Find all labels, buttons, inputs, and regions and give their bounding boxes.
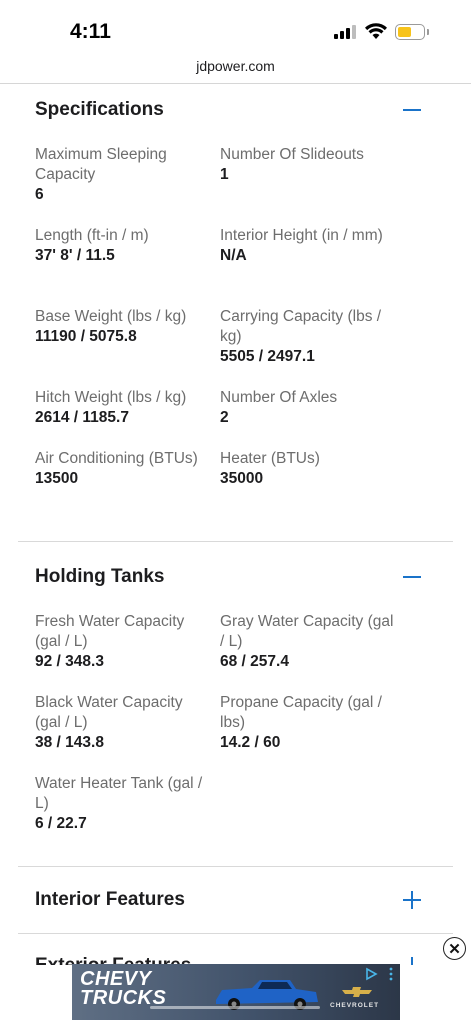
spec-label: Propane Capacity (gal / lbs) (220, 694, 382, 731)
interior-features-expand-icon[interactable] (402, 890, 422, 910)
home-indicator (150, 1006, 320, 1009)
spec-label: Interior Height (in / mm) (220, 227, 383, 244)
spec-value: 1 (220, 166, 229, 183)
spec-value: 11190 / 5075.8 (35, 328, 137, 345)
spec-value: 2 (220, 409, 229, 426)
section-divider (18, 866, 453, 867)
wifi-icon (365, 23, 387, 39)
spec-label: Hitch Weight (lbs / kg) (35, 389, 187, 406)
spec-item: Gray Water Capacity (gal / L) 68 / 257.4 (220, 612, 395, 672)
spec-value: 6 / 22.7 (35, 815, 87, 832)
battery-icon (395, 24, 425, 40)
spec-value: 13500 (35, 470, 79, 487)
spec-label: Water Heater Tank (gal / L) (35, 775, 203, 812)
exterior-features-expand-icon[interactable] (402, 956, 422, 965)
url-divider (0, 83, 471, 84)
spec-item: Number Of Slideouts 1 (220, 145, 395, 185)
spec-value: 38 / 143.8 (35, 734, 104, 751)
chevrolet-bowtie-icon (342, 987, 372, 997)
cellular-signal-icon (334, 25, 356, 39)
status-time: 4:11 (70, 20, 111, 43)
spec-item: Carrying Capacity (lbs / kg) 5505 / 2497… (220, 307, 395, 367)
ad-close-button[interactable]: ✕ (443, 937, 466, 960)
ad-brand: CHEVROLET (330, 1002, 380, 1009)
interior-features-title[interactable]: Interior Features (35, 889, 185, 911)
more-options-icon[interactable] (388, 967, 394, 981)
ad-headline: CHEVY TRUCKS (80, 969, 166, 1008)
section-divider (18, 933, 453, 934)
spec-value: 68 / 257.4 (220, 653, 289, 670)
status-bar: 4:11 (0, 0, 471, 56)
holding-tanks-collapse-icon[interactable] (402, 567, 422, 587)
spec-label: Maximum Sleeping Capacity (35, 146, 167, 183)
spec-value: 92 / 348.3 (35, 653, 104, 670)
spec-label: Fresh Water Capacity (gal / L) (35, 613, 185, 650)
spec-value: 6 (35, 186, 44, 203)
spec-item: Hitch Weight (lbs / kg) 2614 / 1185.7 (35, 388, 210, 428)
spec-item: Air Conditioning (BTUs) 13500 (35, 449, 210, 489)
section-divider (18, 541, 453, 542)
spec-value: 5505 / 2497.1 (220, 348, 315, 365)
spec-value: N/A (220, 247, 247, 264)
spec-item: Length (ft-in / m) 37' 8' / 11.5 (35, 226, 210, 266)
spec-label: Number Of Axles (220, 389, 338, 406)
spec-label: Gray Water Capacity (gal / L) (220, 613, 394, 650)
spec-value: 35000 (220, 470, 264, 487)
specifications-collapse-icon[interactable] (402, 100, 422, 120)
spec-label: Number Of Slideouts (220, 146, 364, 163)
spec-label: Black Water Capacity (gal / L) (35, 694, 183, 731)
spec-value: 14.2 / 60 (220, 734, 281, 751)
ad-choices-icon[interactable] (364, 967, 378, 981)
spec-item: Propane Capacity (gal / lbs) 14.2 / 60 (220, 693, 395, 753)
spec-value: 2614 / 1185.7 (35, 409, 129, 426)
spec-label: Air Conditioning (BTUs) (35, 450, 198, 467)
spec-label: Base Weight (lbs / kg) (35, 308, 187, 325)
spec-item: Fresh Water Capacity (gal / L) 92 / 348.… (35, 612, 210, 672)
spec-value: 37' 8' / 11.5 (35, 247, 115, 264)
spec-item: Base Weight (lbs / kg) 11190 / 5075.8 (35, 307, 210, 347)
specifications-title[interactable]: Specifications (35, 99, 164, 121)
battery-cap (427, 29, 429, 35)
holding-tanks-title[interactable]: Holding Tanks (35, 566, 164, 588)
spec-item: Black Water Capacity (gal / L) 38 / 143.… (35, 693, 210, 753)
spec-item: Interior Height (in / mm) N/A (220, 226, 395, 266)
spec-item: Maximum Sleeping Capacity 6 (35, 145, 210, 205)
spec-item: Number Of Axles 2 (220, 388, 395, 428)
spec-item: Heater (BTUs) 35000 (220, 449, 395, 489)
spec-item: Water Heater Tank (gal / L) 6 / 22.7 (35, 774, 210, 834)
url-bar[interactable]: jdpower.com (0, 58, 471, 74)
spec-label: Carrying Capacity (lbs / kg) (220, 308, 382, 345)
spec-label: Length (ft-in / m) (35, 227, 149, 244)
spec-label: Heater (BTUs) (220, 450, 320, 467)
ad-banner[interactable]: CHEVY TRUCKS CHEVROLET (72, 964, 400, 1020)
